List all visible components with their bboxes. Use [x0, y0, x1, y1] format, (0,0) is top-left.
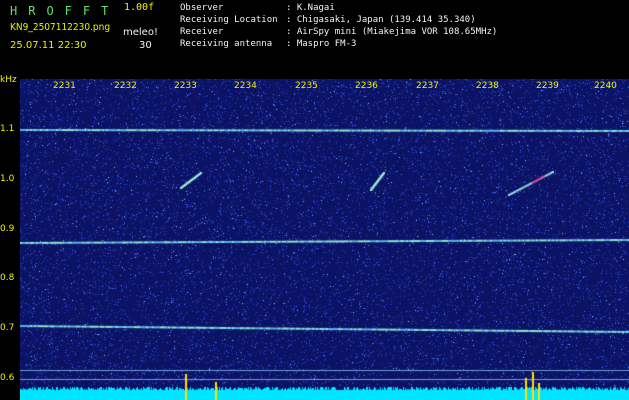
- x-tick-2234: 2234: [234, 81, 257, 91]
- x-tick-2235: 2235: [295, 81, 318, 91]
- y-tick-0-9: 0.9: [0, 224, 15, 234]
- gain-value: 30: [139, 40, 152, 51]
- x-tick-2233: 2233: [174, 81, 197, 91]
- header-panel: HROFFT 1.00f KN9_2507112230.png meleo! 2…: [0, 0, 629, 78]
- spectrogram-canvas: [20, 79, 629, 400]
- x-tick-2240: 2240: [594, 81, 617, 91]
- y-tick-0-7: 0.7: [0, 323, 15, 333]
- y-axis-unit: kHz: [0, 75, 17, 85]
- x-tick-2237: 2237: [416, 81, 439, 91]
- spectrogram-plot: [20, 79, 629, 400]
- y-tick-0-8: 0.8: [0, 273, 15, 283]
- unit-label: meleo!: [123, 27, 158, 38]
- x-tick-2236: 2236: [355, 81, 378, 91]
- antenna-value: : Maspro FM-3: [286, 39, 357, 49]
- observer-value: : K.Nagai: [286, 3, 335, 13]
- app-title: HROFFT: [10, 4, 120, 18]
- receiver-value: : AirSpy mini (Miakejima VOR 108.65MHz): [286, 27, 498, 37]
- x-tick-2232: 2232: [114, 81, 137, 91]
- x-tick-2231: 2231: [53, 81, 76, 91]
- receiver-label: Receiver: [180, 27, 224, 37]
- y-tick-1-1: 1.1: [0, 124, 15, 134]
- observer-label: Observer: [180, 3, 224, 13]
- file-name: KN9_2507112230.png: [10, 22, 111, 33]
- x-tick-2238: 2238: [476, 81, 499, 91]
- antenna-label: Receiving antenna: [180, 39, 273, 49]
- version-label: 1.00f: [124, 2, 155, 13]
- location-label: Receiving Location: [180, 15, 278, 25]
- datetime-label: 25.07.11 22:30: [10, 40, 87, 51]
- location-value: : Chigasaki, Japan (139.414 35.340): [286, 15, 476, 25]
- y-tick-1-0: 1.0: [0, 174, 15, 184]
- y-tick-0-6: 0.6: [0, 373, 15, 383]
- x-tick-2239: 2239: [536, 81, 559, 91]
